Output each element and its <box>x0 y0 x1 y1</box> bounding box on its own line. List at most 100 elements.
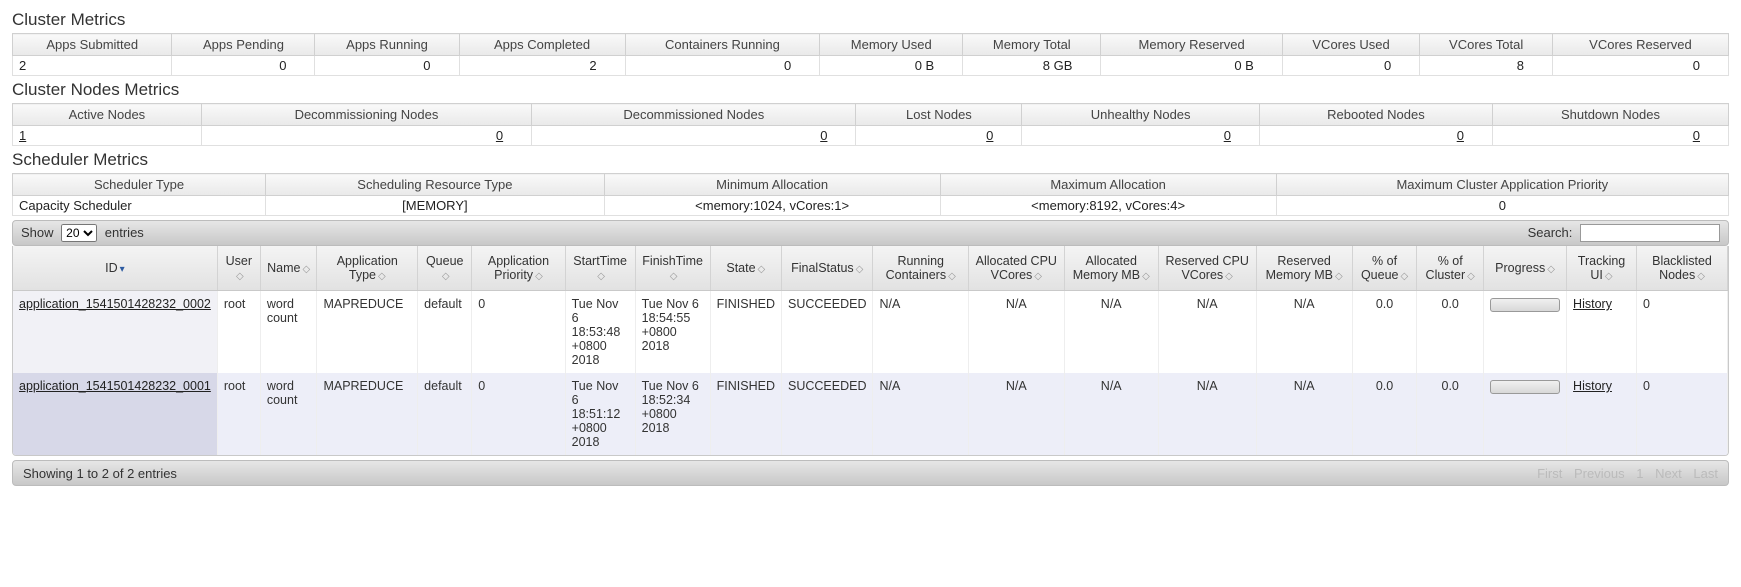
col-user[interactable]: User◇ <box>217 246 260 291</box>
sort-icon: ◇ <box>1697 271 1705 282</box>
link-shutdown-nodes[interactable]: 0 <box>1693 128 1700 143</box>
th-max-priority: Maximum Cluster Application Priority <box>1276 174 1728 196</box>
val-unhealthy-nodes[interactable]: 0 <box>1022 126 1260 146</box>
th-vcores-used: VCores Used <box>1282 34 1419 56</box>
cell-alloc-vcores: N/A <box>968 373 1064 455</box>
val-vcores-total: 8 <box>1420 56 1553 76</box>
col-queue[interactable]: Queue◇ <box>418 246 472 291</box>
th-unhealthy-nodes: Unhealthy Nodes <box>1022 104 1260 126</box>
col-running-containers[interactable]: Running Containers◇ <box>873 246 968 291</box>
val-max-priority: 0 <box>1276 196 1728 216</box>
th-shutdown-nodes: Shutdown Nodes <box>1492 104 1728 126</box>
col-id[interactable]: ID▾ <box>13 246 217 291</box>
col-pct-queue[interactable]: % of Queue◇ <box>1352 246 1417 291</box>
val-active-nodes[interactable]: 1 <box>13 126 202 146</box>
sort-icon: ◇ <box>535 271 543 282</box>
col-priority[interactable]: Application Priority◇ <box>472 246 565 291</box>
col-state[interactable]: State◇ <box>710 246 781 291</box>
link-lost-nodes[interactable]: 0 <box>986 128 993 143</box>
col-finishtime[interactable]: FinishTime◇ <box>635 246 710 291</box>
datatable-toolbar: Show 20 entries Search: <box>12 220 1729 246</box>
sort-icon: ◇ <box>302 264 310 275</box>
cell-alloc-mem: N/A <box>1064 291 1158 374</box>
th-scheduler-type: Scheduler Type <box>13 174 266 196</box>
app-id-link[interactable]: application_1541501428232_0001 <box>19 379 211 393</box>
sort-desc-icon: ▾ <box>120 264 125 275</box>
cell-user: root <box>217 291 260 374</box>
val-apps-completed: 2 <box>459 56 625 76</box>
sort-icon: ◇ <box>1034 271 1042 282</box>
cell-finish: Tue Nov 6 18:52:34 +0800 2018 <box>635 373 710 455</box>
th-containers-running: Containers Running <box>625 34 820 56</box>
sort-icon: ◇ <box>1225 271 1233 282</box>
sort-icon: ◇ <box>758 264 766 275</box>
th-memory-used: Memory Used <box>820 34 963 56</box>
col-tracking[interactable]: Tracking UI◇ <box>1567 246 1637 291</box>
th-apps-running: Apps Running <box>315 34 459 56</box>
tracking-link[interactable]: History <box>1573 297 1612 311</box>
show-pre: Show <box>21 225 54 240</box>
cell-pct-cluster: 0.0 <box>1417 373 1484 455</box>
col-progress[interactable]: Progress◇ <box>1484 246 1567 291</box>
val-scheduler-type: Capacity Scheduler <box>13 196 266 216</box>
cell-type: MAPREDUCE <box>317 291 418 374</box>
col-alloc-vcores[interactable]: Allocated CPU VCores◇ <box>968 246 1064 291</box>
th-lost-nodes: Lost Nodes <box>856 104 1022 126</box>
sort-icon: ◇ <box>236 271 244 282</box>
val-containers-running: 0 <box>625 56 820 76</box>
cluster-metrics-table: Apps Submitted Apps Pending Apps Running… <box>12 33 1729 76</box>
app-id-link[interactable]: application_1541501428232_0002 <box>19 297 211 311</box>
col-app-type[interactable]: Application Type◇ <box>317 246 418 291</box>
col-name[interactable]: Name◇ <box>260 246 317 291</box>
cell-user: root <box>217 373 260 455</box>
show-post: entries <box>105 225 144 240</box>
col-res-vcores[interactable]: Reserved CPU VCores◇ <box>1158 246 1256 291</box>
val-decommissioned-nodes[interactable]: 0 <box>532 126 856 146</box>
datatable-info: Showing 1 to 2 of 2 entries <box>23 466 177 481</box>
col-pct-cluster[interactable]: % of Cluster◇ <box>1417 246 1484 291</box>
cell-alloc-mem: N/A <box>1064 373 1158 455</box>
cell-name: word count <box>260 291 317 374</box>
val-rebooted-nodes[interactable]: 0 <box>1259 126 1492 146</box>
pager-last[interactable]: Last <box>1693 466 1718 481</box>
cell-blacklisted: 0 <box>1636 291 1727 374</box>
tracking-link[interactable]: History <box>1573 379 1612 393</box>
th-active-nodes: Active Nodes <box>13 104 202 126</box>
link-rebooted-nodes[interactable]: 0 <box>1457 128 1464 143</box>
col-res-mem[interactable]: Reserved Memory MB◇ <box>1256 246 1352 291</box>
val-shutdown-nodes[interactable]: 0 <box>1492 126 1728 146</box>
search-input[interactable] <box>1580 224 1720 242</box>
val-apps-submitted: 2 <box>13 56 172 76</box>
pager-next[interactable]: Next <box>1655 466 1682 481</box>
pager-first[interactable]: First <box>1537 466 1562 481</box>
val-memory-reserved: 0 B <box>1101 56 1282 76</box>
col-finalstatus[interactable]: FinalStatus◇ <box>781 246 873 291</box>
page-size-select[interactable]: 20 <box>61 224 97 242</box>
scheduler-metrics-title: Scheduler Metrics <box>12 150 1729 170</box>
col-starttime[interactable]: StartTime◇ <box>565 246 635 291</box>
link-unhealthy-nodes[interactable]: 0 <box>1224 128 1231 143</box>
cell-res-mem: N/A <box>1256 373 1352 455</box>
cell-running: N/A <box>873 291 968 374</box>
link-decommissioned-nodes[interactable]: 0 <box>820 128 827 143</box>
val-decommissioning-nodes[interactable]: 0 <box>201 126 531 146</box>
link-decommissioning-nodes[interactable]: 0 <box>496 128 503 143</box>
sort-icon: ◇ <box>948 271 956 282</box>
page-size-label: Show 20 entries <box>21 224 144 242</box>
link-active-nodes[interactable]: 1 <box>19 128 26 143</box>
cell-res-vcores: N/A <box>1158 291 1256 374</box>
cell-state: FINISHED <box>710 291 781 374</box>
sort-icon: ◇ <box>856 264 864 275</box>
pager-prev[interactable]: Previous <box>1574 466 1625 481</box>
pager-page[interactable]: 1 <box>1636 466 1643 481</box>
cell-start: Tue Nov 6 18:51:12 +0800 2018 <box>565 373 635 455</box>
val-apps-pending: 0 <box>172 56 315 76</box>
col-blacklisted[interactable]: Blacklisted Nodes◇ <box>1636 246 1727 291</box>
th-memory-total: Memory Total <box>963 34 1101 56</box>
cell-queue: default <box>418 291 472 374</box>
search-label: Search: <box>1528 224 1720 242</box>
th-rebooted-nodes: Rebooted Nodes <box>1259 104 1492 126</box>
val-lost-nodes[interactable]: 0 <box>856 126 1022 146</box>
col-alloc-mem[interactable]: Allocated Memory MB◇ <box>1064 246 1158 291</box>
th-apps-completed: Apps Completed <box>459 34 625 56</box>
